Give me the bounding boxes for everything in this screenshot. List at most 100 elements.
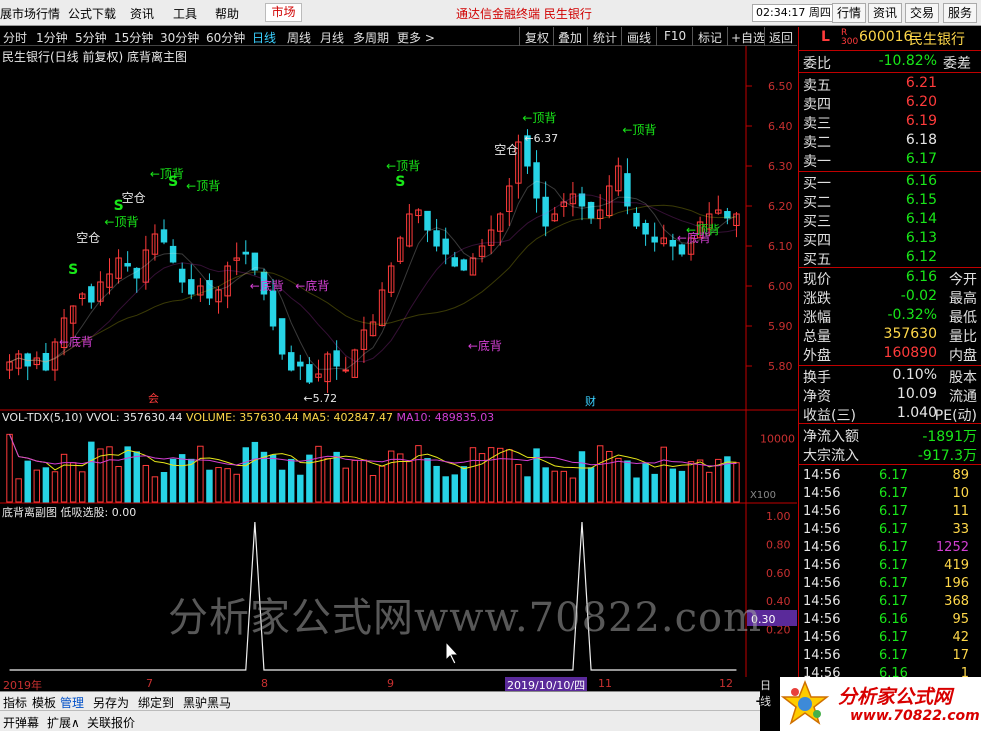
service-button[interactable]: 服务 xyxy=(943,3,978,23)
tool-fuquan[interactable]: 复权 xyxy=(525,29,549,46)
period-30min[interactable]: 30分钟 xyxy=(160,29,199,46)
tab-manage[interactable]: 管理 xyxy=(60,694,84,711)
candle-body xyxy=(333,350,340,367)
news-button[interactable]: 资讯 xyxy=(868,3,903,23)
r-badge: R 300 xyxy=(841,28,859,47)
candle-body xyxy=(306,364,313,383)
ma10-value: MA10: 489835.03 xyxy=(396,411,495,424)
volume-bar xyxy=(560,470,568,503)
trade-button[interactable]: 交易 xyxy=(905,3,940,23)
candle-body xyxy=(433,230,440,247)
candle-body xyxy=(642,222,649,235)
volume-bar xyxy=(269,454,277,503)
volume-bar xyxy=(669,468,677,503)
tab-template[interactable]: 模板 xyxy=(32,694,56,711)
dingbei-label: ←顶背 xyxy=(522,111,556,125)
menu-formula-download[interactable]: 公式下载 xyxy=(68,5,116,22)
volume-bar xyxy=(15,478,22,503)
volume-bar xyxy=(524,476,531,503)
tab-bind[interactable]: 绑定到 xyxy=(138,694,174,711)
mouse-cursor-icon xyxy=(445,640,460,665)
stock-code[interactable]: 600016 xyxy=(859,29,912,45)
expand-button[interactable]: 扩展∧ xyxy=(47,714,80,731)
candle-body xyxy=(442,238,449,255)
menu-market[interactable]: 展市场行情 xyxy=(0,5,60,22)
volume-bar xyxy=(197,445,204,503)
clock: 02:34:17 周四 xyxy=(752,4,835,22)
tool-draw[interactable]: 画线 xyxy=(627,29,651,46)
candle-body xyxy=(669,239,677,247)
dingbei-label: ←顶背 xyxy=(386,159,420,173)
tab-save-as[interactable]: 另存为 xyxy=(93,694,129,711)
menu-bar: 展市场行情 公式下载 资讯 工具 帮助 市场 通达信金融终端 民生银行 02:3… xyxy=(0,0,981,26)
volume-bar xyxy=(160,472,168,503)
ind-tick-label: 0.60 xyxy=(766,567,791,580)
period-more[interactable]: 更多 > xyxy=(397,29,435,46)
period-1min[interactable]: 1分钟 xyxy=(36,29,68,46)
tool-add-watchlist[interactable]: +自选 xyxy=(731,29,765,46)
volume-bar xyxy=(224,468,231,503)
vol-indicator-name[interactable]: VOL-TDX(5,10) xyxy=(2,411,83,424)
period-15min[interactable]: 15分钟 xyxy=(114,29,153,46)
indicator-panel-title[interactable]: 底背离副图 低吸选股: 0.00 xyxy=(2,504,136,520)
tool-stats[interactable]: 统计 xyxy=(593,29,617,46)
tab-heilv[interactable]: 黑驴黑马 xyxy=(183,694,231,711)
dibei-label: ←底背 xyxy=(468,338,502,353)
market-tab[interactable]: 市场 xyxy=(265,3,302,22)
tab-indicator[interactable]: 指标 xyxy=(3,694,27,711)
volume-bar xyxy=(551,470,558,503)
chart-canvas[interactable]: 6.506.406.306.206.106.005.905.80←顶背←顶背←顶… xyxy=(0,46,797,677)
volume-value: VOLUME: 357630.44 xyxy=(186,411,299,424)
candle-body xyxy=(160,229,168,243)
app-title: 通达信金融终端 民生银行 xyxy=(456,7,592,21)
volume-bar xyxy=(569,477,577,503)
quote-button[interactable]: 行情 xyxy=(832,3,867,23)
date-label-12: 12 xyxy=(719,677,733,690)
volume-bar xyxy=(651,473,658,503)
period-60min[interactable]: 60分钟 xyxy=(206,29,245,46)
high-label: ←6.37 xyxy=(524,132,558,145)
candle-body xyxy=(678,244,686,255)
period-daily[interactable]: 日线 xyxy=(252,29,276,46)
date-label-11: 11 xyxy=(598,677,612,690)
add-tab-icon[interactable]: + xyxy=(755,694,765,708)
price-tick-label: 6.10 xyxy=(768,240,793,253)
volume-bar xyxy=(60,453,68,503)
tool-back[interactable]: 返回 xyxy=(769,29,793,46)
period-5min[interactable]: 5分钟 xyxy=(75,29,107,46)
price-tick-label: 6.20 xyxy=(768,200,793,213)
volume-bar xyxy=(578,451,586,503)
tool-overlay[interactable]: 叠加 xyxy=(558,29,582,46)
volume-bar xyxy=(206,469,213,503)
volume-bar xyxy=(387,450,395,503)
stock-name[interactable]: 民生银行 xyxy=(909,29,965,49)
tick-row: 14:56 6.17 1252 xyxy=(803,540,969,555)
bid-row: 买二 6.15 xyxy=(803,192,937,211)
tool-f10[interactable]: F10 xyxy=(664,29,686,43)
volume-bar xyxy=(705,471,713,503)
tick-row: 14:56 6.17 368 xyxy=(803,594,969,609)
period-monthly[interactable]: 月线 xyxy=(320,29,344,46)
period-weekly[interactable]: 周线 xyxy=(287,29,311,46)
menu-tools[interactable]: 工具 xyxy=(173,5,197,22)
s-signal: S xyxy=(168,174,178,190)
danmu-toggle[interactable]: 开弹幕 xyxy=(3,714,39,731)
dibei-label: ←底背 xyxy=(677,230,711,245)
volume-bar xyxy=(515,463,522,503)
period-timeshare[interactable]: 分时 xyxy=(3,29,27,46)
rong-marker: 会 xyxy=(148,392,159,405)
ind-tick-label: 0.40 xyxy=(766,595,791,608)
date-label-8: 8 xyxy=(261,677,268,690)
tick-row: 14:56 6.17 89 xyxy=(803,468,969,483)
dibei-label: ←底背 xyxy=(295,278,329,293)
ind-tick-label: 1.00 xyxy=(766,510,791,523)
linked-quote-button[interactable]: 关联报价 xyxy=(87,714,135,731)
menu-news[interactable]: 资讯 xyxy=(130,5,154,22)
tool-mark[interactable]: 标记 xyxy=(698,29,722,46)
candle-body xyxy=(451,257,459,267)
volume-bar xyxy=(178,454,186,503)
menu-help[interactable]: 帮助 xyxy=(215,5,239,22)
vol-tick-label: 10000 xyxy=(760,433,795,446)
period-multi[interactable]: 多周期 xyxy=(353,29,389,46)
low-label: ←5.72 xyxy=(303,392,337,405)
